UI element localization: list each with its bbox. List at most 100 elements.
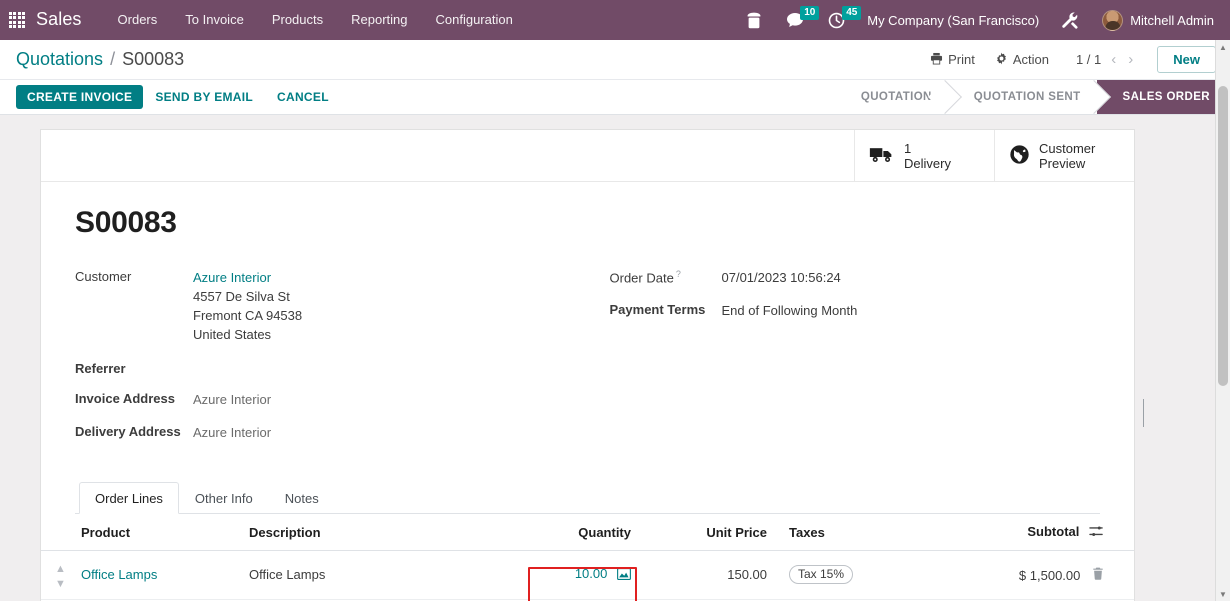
pager-value[interactable]: 1 / 1	[1076, 52, 1101, 67]
column-description: Description	[241, 514, 531, 551]
invoice-address-label: Invoice Address	[75, 391, 175, 406]
stage-quotation-sent[interactable]: Quotation Sent	[947, 80, 1097, 114]
wrench-tools-icon[interactable]	[1049, 0, 1092, 40]
payment-terms-value[interactable]: End of Following Month	[722, 301, 858, 320]
user-name-label: Mitchell Admin	[1130, 12, 1214, 28]
cell-unit-price[interactable]: 150.00	[683, 550, 775, 600]
form-column-right: Order Date? 07/01/2023 10:56:24 Payment …	[588, 268, 1101, 454]
notebook-tabs: Order Lines Other Info Notes	[75, 482, 1100, 514]
control-panel-actions: Print Action 1 / 1 ‹ › New	[921, 46, 1216, 73]
activities-clock-icon[interactable]: 45	[816, 0, 862, 40]
top-navbar: Sales Orders To Invoice Products Reporti…	[0, 0, 1230, 40]
user-avatar	[1102, 9, 1124, 31]
gear-icon	[995, 52, 1008, 68]
drag-handle-icon[interactable]: ▲ ▼	[55, 563, 66, 590]
customer-preview-text: Customer Preview	[1039, 141, 1095, 171]
phone-keypad-icon[interactable]	[734, 0, 774, 40]
customer-address-line-3: United States	[193, 327, 272, 342]
cell-product[interactable]: Office Lamps	[73, 550, 241, 600]
menu-orders[interactable]: Orders	[104, 0, 172, 40]
menu-products[interactable]: Products	[258, 0, 337, 40]
menu-configuration[interactable]: Configuration	[422, 0, 527, 40]
stage-quotation[interactable]: Quotation	[842, 80, 948, 114]
scrollbar-thumb[interactable]	[1218, 86, 1228, 386]
app-brand-sales[interactable]: Sales	[36, 9, 82, 32]
breadcrumb-separator: /	[110, 49, 116, 69]
pager: 1 / 1 ‹ ›	[1076, 52, 1135, 67]
field-delivery-address: Delivery Address Azure Interior	[75, 423, 588, 442]
field-referrer: Referrer	[75, 360, 588, 376]
tab-other-info[interactable]: Other Info	[179, 482, 269, 514]
order-lines-head: Product Description Quantity Unit Price …	[41, 514, 1134, 551]
tab-notes[interactable]: Notes	[269, 482, 335, 514]
print-button[interactable]: Print	[921, 48, 984, 72]
control-panel-statusbar-row: Create Invoice Send by Email Cancel Quot…	[0, 80, 1230, 115]
product-link[interactable]: Office Lamps	[81, 567, 157, 582]
customer-link[interactable]: Azure Interior	[193, 270, 271, 285]
apps-grid-icon[interactable]	[4, 0, 30, 40]
subtotal-label: Subtotal	[1027, 524, 1080, 539]
customer-preview-smart-button[interactable]: Customer Preview	[994, 130, 1134, 181]
payment-terms-label: Payment Terms	[609, 302, 706, 317]
order-lines-table: Product Description Quantity Unit Price …	[41, 514, 1134, 601]
column-options-icon[interactable]	[1089, 525, 1104, 541]
scroll-down-arrow-icon[interactable]: ▼	[1216, 587, 1230, 601]
create-invoice-button[interactable]: Create Invoice	[16, 85, 144, 109]
cell-description[interactable]: Office Lamps	[241, 550, 531, 600]
order-date-label: Order Date?	[610, 268, 722, 285]
scroll-up-arrow-icon[interactable]: ▲	[1216, 40, 1230, 54]
tab-order-lines[interactable]: Order Lines	[79, 482, 179, 514]
invoice-address-value[interactable]: Azure Interior	[193, 390, 271, 409]
customer-label: Customer	[75, 269, 132, 284]
menu-reporting[interactable]: Reporting	[337, 0, 421, 40]
delivery-count: 1	[904, 140, 912, 156]
order-date-value[interactable]: 07/01/2023 10:56:24	[722, 268, 841, 287]
send-by-email-button[interactable]: Send by Email	[143, 85, 265, 109]
customer-preview-line2: Preview	[1039, 155, 1086, 171]
customer-address-line-1: 4557 De Silva St	[193, 289, 290, 304]
trash-icon[interactable]	[1092, 567, 1104, 583]
side-panel-divider	[1143, 399, 1144, 427]
user-menu[interactable]: Mitchell Admin	[1092, 9, 1220, 31]
forecast-chart-icon[interactable]	[617, 568, 631, 583]
chevron-right-icon[interactable]: ›	[1126, 52, 1135, 67]
delivery-smart-button[interactable]: 1 Delivery	[854, 130, 994, 181]
notebook: Order Lines Other Info Notes	[75, 482, 1100, 514]
form-body: S00083 Customer Azure Interior 4557 De S…	[41, 182, 1134, 514]
subtotal-value: $ 1,500.00	[1018, 567, 1081, 583]
cell-taxes[interactable]: Tax 15%	[775, 550, 933, 600]
table-row[interactable]: ▲ ▼ Office Lamps Office Lamps 10.00 150.…	[41, 550, 1134, 600]
status-stage-bar: Quotation Quotation Sent Sales Order	[842, 80, 1230, 114]
help-tooltip-icon[interactable]: ?	[676, 269, 681, 279]
action-button[interactable]: Action	[986, 48, 1058, 72]
record-sheet: 1 Delivery Customer Preview S00083 Custo…	[40, 129, 1144, 601]
vertical-scrollbar[interactable]: ▲ ▼	[1215, 40, 1230, 601]
action-label: Action	[1012, 52, 1049, 67]
order-lines-header-row: Product Description Quantity Unit Price …	[41, 514, 1134, 551]
messages-icon[interactable]: 10	[774, 0, 820, 40]
tax-badge: Tax 15%	[789, 565, 854, 585]
new-button[interactable]: New	[1157, 46, 1216, 73]
form-columns: Customer Azure Interior 4557 De Silva St…	[75, 268, 1100, 454]
customer-value: Azure Interior 4557 De Silva St Fremont …	[193, 268, 302, 344]
chevron-left-icon[interactable]: ‹	[1109, 52, 1118, 67]
breadcrumb-quotations[interactable]: Quotations	[16, 49, 103, 70]
company-switcher[interactable]: My Company (San Francisco)	[857, 13, 1049, 28]
breadcrumb-current-record: S00083	[122, 49, 185, 69]
stage-sales-order[interactable]: Sales Order	[1096, 80, 1230, 114]
column-subtotal: Subtotal	[933, 514, 1134, 551]
form-view-area: 1 Delivery Customer Preview S00083 Custo…	[0, 115, 1230, 601]
column-unit-price: Unit Price	[683, 514, 775, 551]
order-date-label-text: Order Date	[609, 270, 674, 286]
field-customer: Customer Azure Interior 4557 De Silva St…	[75, 268, 588, 344]
customer-preview-line1: Customer	[1039, 140, 1096, 156]
cell-quantity[interactable]: 10.00	[531, 550, 649, 600]
delivery-address-value[interactable]: Azure Interior	[193, 423, 271, 442]
odoo-sales-order-page: Sales Orders To Invoice Products Reporti…	[0, 0, 1230, 601]
column-quantity: Quantity	[531, 514, 649, 551]
column-taxes: Taxes	[775, 514, 933, 551]
referrer-label: Referrer	[75, 361, 126, 376]
cancel-button[interactable]: Cancel	[265, 85, 341, 109]
row-drag-handle[interactable]: ▲ ▼	[41, 550, 73, 600]
menu-to-invoice[interactable]: To Invoice	[171, 0, 258, 40]
